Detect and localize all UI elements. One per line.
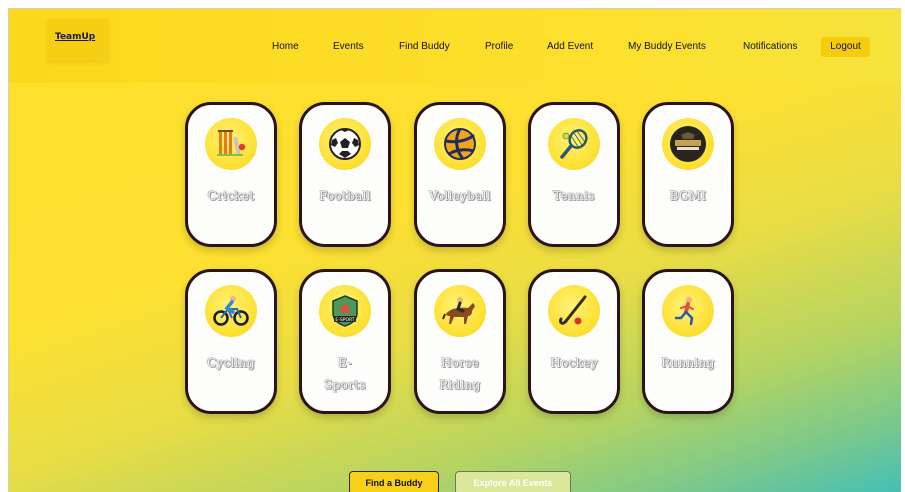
horse-riding-icon <box>434 285 486 337</box>
sport-label-running: Running <box>661 356 715 370</box>
sport-card-running[interactable]: Running <box>642 269 734 414</box>
sport-label-bgmi: BGMI <box>669 189 707 203</box>
sport-label-hockey: Hockey <box>550 356 598 370</box>
nav-find-buddy[interactable]: Find Buddy <box>399 41 450 52</box>
sport-card-football[interactable]: Football <box>299 102 391 247</box>
cycling-icon <box>205 285 257 337</box>
football-icon <box>319 118 371 170</box>
sport-label-football: Football <box>319 189 371 203</box>
bgmi-icon <box>662 118 714 170</box>
nav-add-event[interactable]: Add Event <box>547 41 593 52</box>
volleyball-icon <box>434 118 486 170</box>
cricket-icon <box>205 118 257 170</box>
nav-my-buddy-events[interactable]: My Buddy Events <box>628 41 706 52</box>
explore-all-events-button[interactable]: Explore All Events <box>455 471 571 492</box>
top-navbar: TeamUp Home Events Find Buddy Profile Ad… <box>9 9 901 83</box>
sport-label-volleyball: Volleyball <box>429 189 491 203</box>
sport-card-tennis[interactable]: Tennis <box>528 102 620 247</box>
nav-notifications[interactable]: Notifications <box>743 41 797 52</box>
sport-card-esports[interactable]: E-SPORT E- Sports <box>299 269 391 414</box>
sport-card-volleyball[interactable]: Volleyball <box>414 102 506 247</box>
sport-label-cricket: Cricket <box>207 189 255 203</box>
nav-home[interactable]: Home <box>272 41 299 52</box>
sport-card-hockey[interactable]: Hockey <box>528 269 620 414</box>
nav-profile[interactable]: Profile <box>485 41 513 52</box>
svg-text:E-SPORT: E-SPORT <box>335 317 354 323</box>
sport-label-cycling: Cycling <box>207 356 255 370</box>
sport-card-horse-riding[interactable]: Horse Riding <box>414 269 506 414</box>
esports-icon: E-SPORT <box>319 285 371 337</box>
running-icon <box>662 285 714 337</box>
app-window: TeamUp Home Events Find Buddy Profile Ad… <box>8 8 901 492</box>
sport-label-horse-riding: Horse Riding <box>439 356 481 392</box>
brand-name: TeamUp <box>55 32 96 42</box>
sport-label-tennis: Tennis <box>553 189 595 203</box>
brand-logo[interactable]: TeamUp <box>47 19 109 61</box>
sport-card-bgmi[interactable]: BGMI <box>642 102 734 247</box>
find-a-buddy-button[interactable]: Find a Buddy <box>349 471 439 492</box>
sport-card-cricket[interactable]: Cricket <box>185 102 277 247</box>
hockey-icon <box>548 285 600 337</box>
sport-label-esports: E- Sports <box>324 356 366 392</box>
tennis-icon <box>548 118 600 170</box>
logout-button[interactable]: Logout <box>821 37 870 57</box>
sport-card-cycling[interactable]: Cycling <box>185 269 277 414</box>
nav-events[interactable]: Events <box>333 41 364 52</box>
